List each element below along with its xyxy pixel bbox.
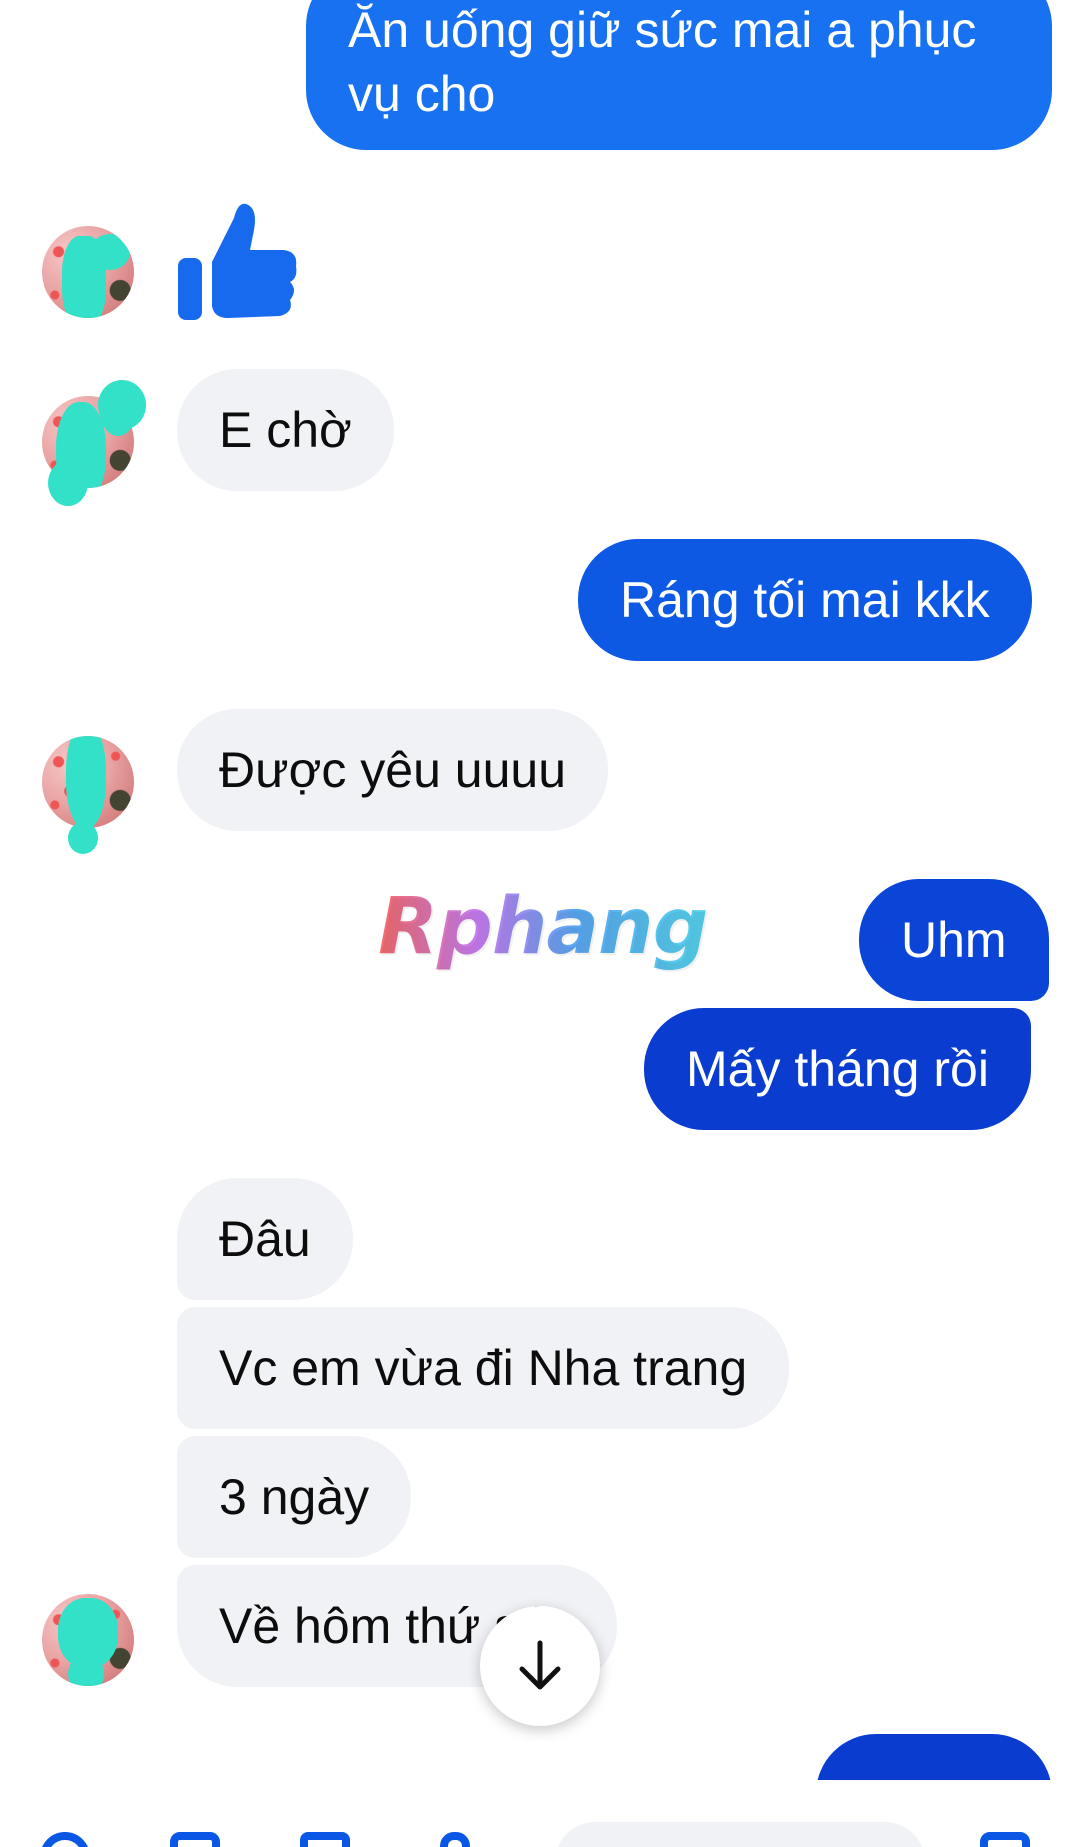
message-text: Mấy tháng rồi [686,1041,989,1097]
message-text: Vc em vừa đi Nha trang [219,1340,748,1396]
sent-message-bubble[interactable]: Mấy tháng rồi [644,1008,1031,1130]
message-text: Ráng tối mai kkk [620,572,990,628]
message-text: Được yêu uuuu [219,742,566,798]
sent-message-bubble[interactable]: Uhm [859,879,1049,1001]
received-message-bubble[interactable]: Đâu [177,1178,353,1300]
menu-icon[interactable] [40,1832,90,1847]
microphone-icon[interactable] [440,1832,470,1847]
sent-message-bubble[interactable]: Ráng tối mai kkk [578,539,1032,661]
message-text: Đâu [219,1211,311,1267]
contact-avatar[interactable] [42,1594,134,1686]
contact-avatar[interactable] [42,226,134,318]
sent-message-bubble[interactable]: Ăn uống giữ sức mai a phục vụ cho [306,0,1052,150]
watermark-logo: Rphang [378,882,708,972]
sent-message-bubble[interactable] [816,1734,1052,1780]
received-message-bubble[interactable]: Được yêu uuuu [177,709,608,831]
avatar-redaction [98,380,146,430]
message-input[interactable] [555,1822,925,1847]
like-button-icon[interactable] [980,1832,1030,1847]
avatar-redaction [48,460,88,506]
message-text: Ăn uống giữ sức mai a phục vụ cho [348,2,977,122]
message-text: E chờ [219,402,352,458]
composer-bar [0,1780,1080,1847]
avatar-redaction [68,822,98,854]
received-message-bubble[interactable]: 3 ngày [177,1436,412,1558]
message-text: 3 ngày [219,1469,370,1525]
scroll-to-bottom-button[interactable] [480,1606,600,1726]
message-text: Uhm [901,912,1007,968]
received-message-bubble[interactable]: Vc em vừa đi Nha trang [177,1307,790,1429]
arrow-down-icon [519,1640,561,1690]
thumbs-up-icon [178,203,297,320]
camera-icon[interactable] [170,1832,220,1847]
message-thread[interactable]: Ăn uống giữ sức mai a phục vụ cho E chờ … [0,0,1080,1780]
received-message-bubble[interactable]: E chờ [177,369,394,491]
contact-avatar[interactable] [42,736,134,828]
image-icon[interactable] [300,1832,350,1847]
